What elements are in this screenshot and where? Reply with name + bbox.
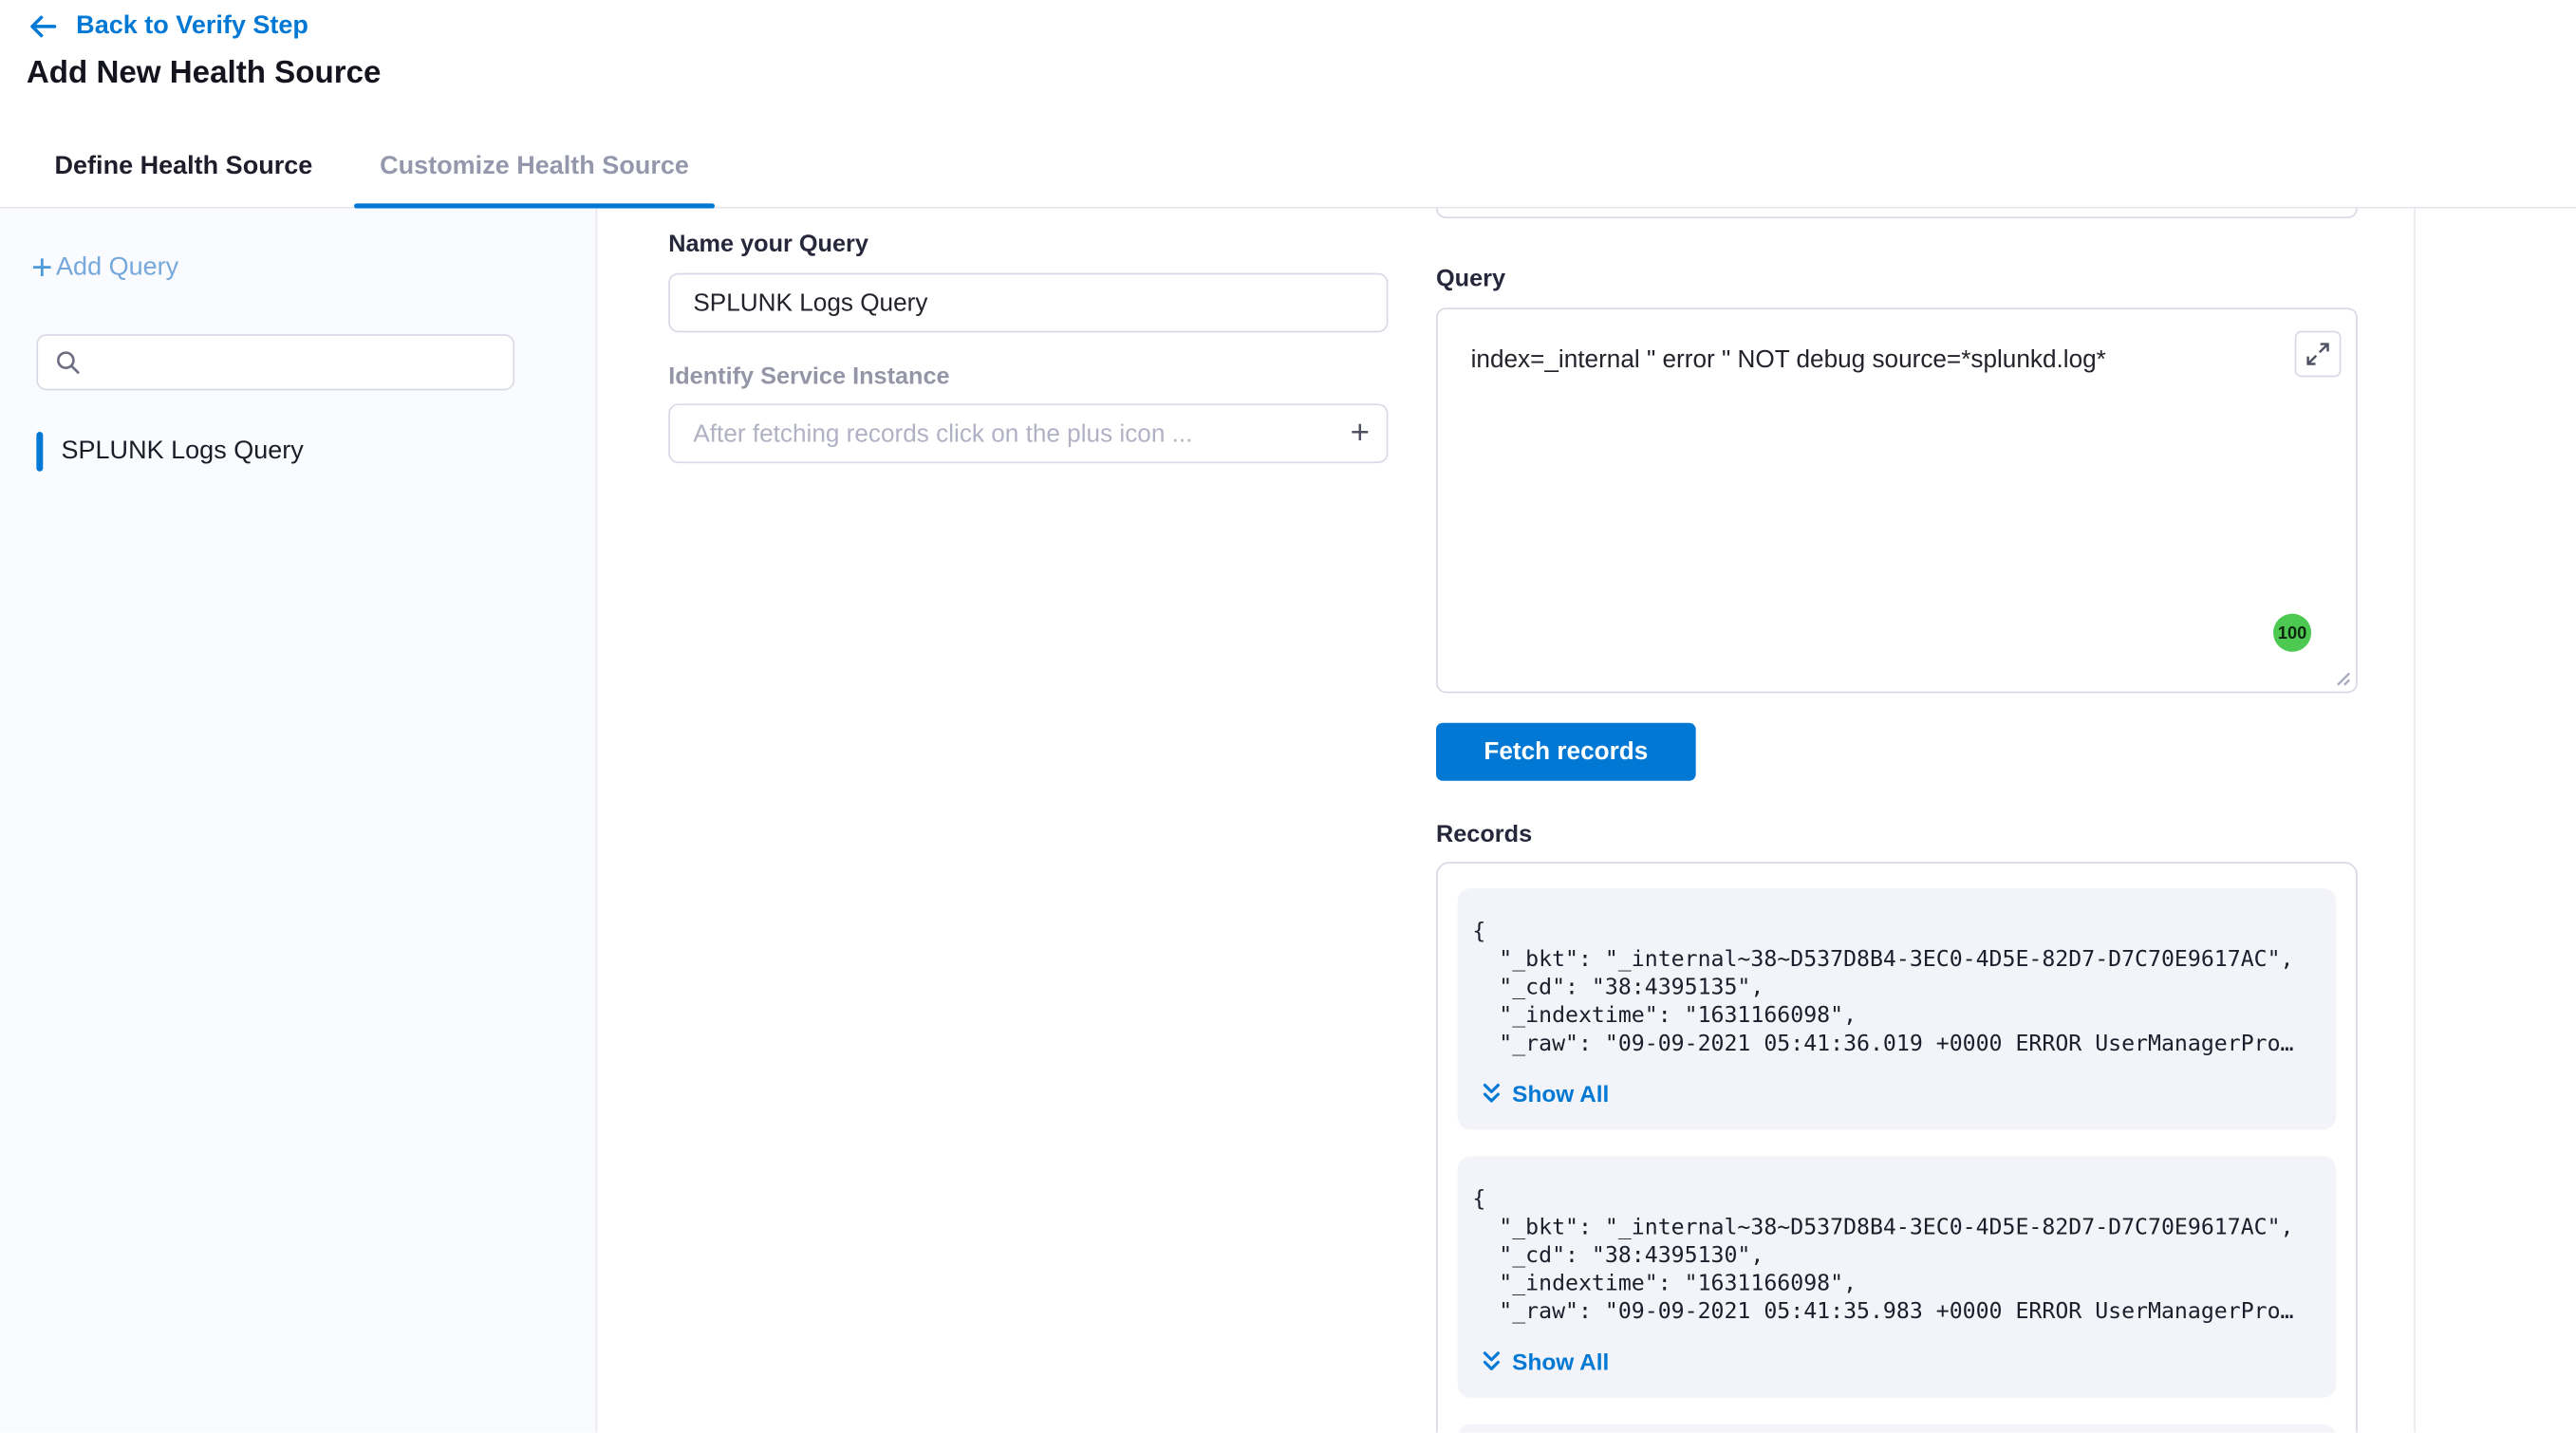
back-link[interactable]: Back to Verify Step <box>27 7 308 47</box>
query-item-label: SPLUNK Logs Query <box>61 437 303 466</box>
double-chevron-down-icon <box>1481 1349 1503 1372</box>
plus-icon: + <box>31 251 52 285</box>
query-search-box <box>36 334 514 390</box>
add-service-instance-button[interactable]: + <box>1334 415 1387 453</box>
page-header: Back to Verify Step Add New Health Sourc… <box>0 0 2576 125</box>
query-sidebar: + Add Query SPLUNK Logs Query <box>0 209 597 1433</box>
search-icon <box>55 349 82 376</box>
query-label: Query <box>1436 267 1505 293</box>
show-all-label: Show All <box>1512 1349 1609 1375</box>
double-chevron-down-icon <box>1481 1082 1503 1105</box>
record-json-line: "_indextime": "1631166098", <box>1472 1002 2321 1031</box>
record-card-partial <box>1458 1424 2337 1433</box>
record-count-badge: 100 <box>2273 614 2311 652</box>
record-card: { "_bkt": "_internal~38~D537D8B4-3EC0-4D… <box>1458 888 2337 1129</box>
record-json-line: { <box>1472 1186 2321 1215</box>
show-all-link[interactable]: Show All <box>1481 1349 2321 1375</box>
identify-service-instance-label: Identify Service Instance <box>668 363 949 390</box>
add-query-button[interactable]: + Add Query <box>31 251 178 285</box>
back-link-label: Back to Verify Step <box>76 11 308 41</box>
query-name-input[interactable] <box>668 273 1388 333</box>
record-json-line: "_bkt": "_internal~38~D537D8B4-3EC0-4D5E… <box>1472 1214 2321 1242</box>
query-text: index=_internal " error " NOT debug sour… <box>1471 345 2260 374</box>
records-panel: { "_bkt": "_internal~38~D537D8B4-3EC0-4D… <box>1436 862 2358 1432</box>
connector-input-partial[interactable] <box>1436 209 2358 218</box>
service-instance-field: + <box>668 403 1388 463</box>
page-title: Add New Health Source <box>27 56 382 92</box>
sidebar-item-splunk-logs-query[interactable]: SPLUNK Logs Query <box>36 430 303 473</box>
tab-define-health-source[interactable]: Define Health Source <box>55 125 313 206</box>
record-json-line: "_cd": "38:4395135", <box>1472 975 2321 1003</box>
expand-icon <box>2306 343 2329 365</box>
arrow-left-icon <box>27 9 60 43</box>
tab-customize-health-source[interactable]: Customize Health Source <box>354 125 715 206</box>
page-body: + Add Query SPLUNK Logs Query Name your … <box>0 209 2576 1433</box>
query-textarea[interactable]: index=_internal " error " NOT debug sour… <box>1436 307 2358 693</box>
expand-query-button[interactable] <box>2295 331 2342 378</box>
record-json-line: "_bkt": "_internal~38~D537D8B4-3EC0-4D5E… <box>1472 946 2321 975</box>
add-query-label: Add Query <box>56 253 178 283</box>
tab-bar: Define Health Source Customize Health So… <box>0 125 2576 208</box>
query-search-input[interactable] <box>93 349 513 376</box>
records-label: Records <box>1436 822 1532 848</box>
record-json-line: "_cd": "38:4395130", <box>1472 1242 2321 1271</box>
show-all-link[interactable]: Show All <box>1481 1080 2321 1107</box>
app-canvas: Back to Verify Step Add New Health Sourc… <box>0 0 2576 1433</box>
show-all-label: Show All <box>1512 1080 1609 1107</box>
record-json-line: "_indextime": "1631166098", <box>1472 1271 2321 1299</box>
service-instance-input[interactable] <box>670 419 1334 448</box>
name-your-query-label: Name your Query <box>668 232 868 258</box>
fetch-records-button[interactable]: Fetch records <box>1436 723 1696 781</box>
right-panel-divider <box>2414 209 2416 1433</box>
record-json-line: "_raw": "09-09-2021 05:41:36.019 +0000 E… <box>1472 1031 2321 1059</box>
record-card: { "_bkt": "_internal~38~D537D8B4-3EC0-4D… <box>1458 1156 2337 1397</box>
selected-query-indicator <box>36 432 43 472</box>
record-json-line: { <box>1472 918 2321 946</box>
record-json-line: "_raw": "09-09-2021 05:41:35.983 +0000 E… <box>1472 1298 2321 1327</box>
resize-handle[interactable] <box>2331 666 2353 688</box>
